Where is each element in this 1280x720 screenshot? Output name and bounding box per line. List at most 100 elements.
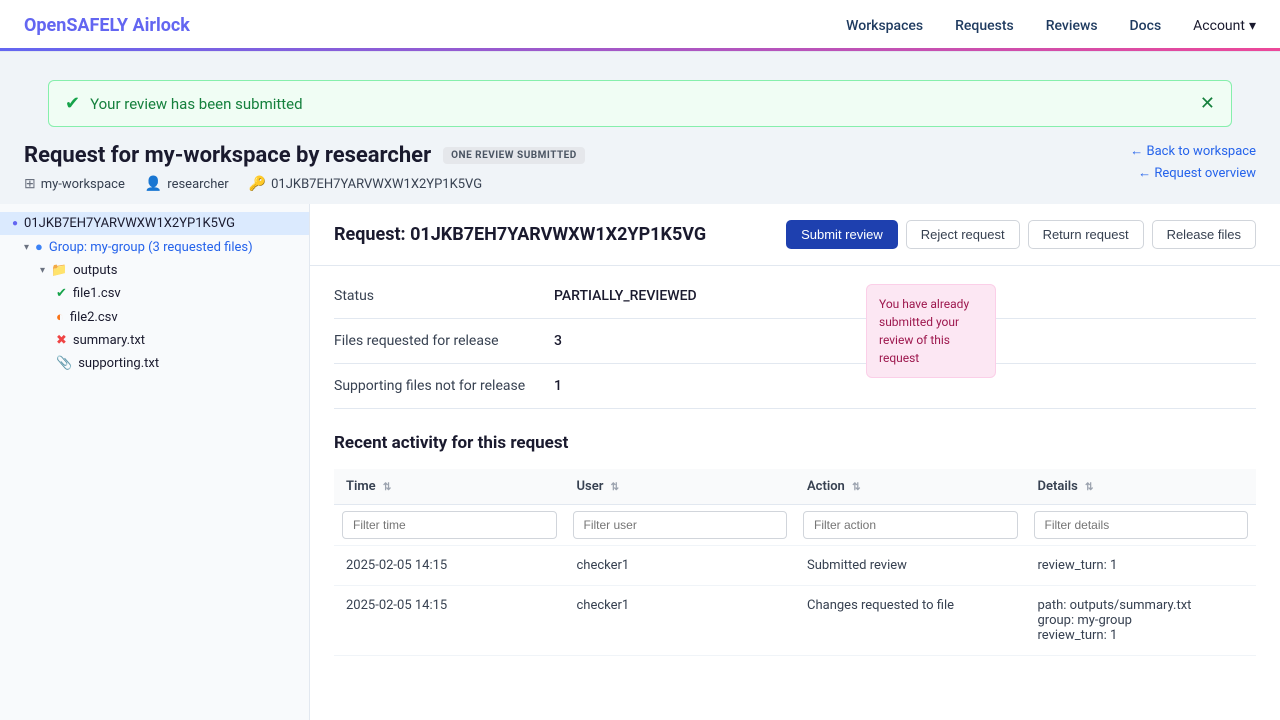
supporting-files-row: Supporting files not for release 1 bbox=[334, 364, 1256, 409]
request-header: Request: 01JKB7EH7YARVWXW1X2YP1K5VG Subm… bbox=[310, 204, 1280, 266]
row2-detail-review: review_turn: 1 bbox=[1038, 628, 1245, 643]
col-details[interactable]: Details ⇅ bbox=[1026, 469, 1257, 505]
check-icon: ✔ bbox=[65, 93, 80, 114]
sidebar-file-3-label: summary.txt bbox=[73, 333, 145, 348]
table-row: 2025-02-05 14:15 checker1 Submitted revi… bbox=[334, 546, 1256, 586]
sidebar-file-2-label: file2.csv bbox=[70, 310, 118, 325]
sort-user-icon: ⇅ bbox=[611, 482, 619, 493]
filter-details-cell bbox=[1026, 505, 1257, 546]
account-menu[interactable]: Account ▾ bbox=[1193, 18, 1256, 34]
nav-workspaces[interactable]: Workspaces bbox=[846, 18, 923, 34]
sidebar-root-item[interactable]: ● 01JKB7EH7YARVWXW1X2YP1K5VG bbox=[0, 212, 309, 235]
table-filter-row bbox=[334, 505, 1256, 546]
brand-highlight: Airlock bbox=[133, 15, 190, 36]
already-submitted-tooltip: You have already submitted your review o… bbox=[866, 284, 996, 378]
page-meta: ⊞ my-workspace 👤 researcher 🔑 01JKB7EH7Y… bbox=[24, 176, 585, 192]
id-icon: 🔑 bbox=[249, 176, 266, 192]
row1-details: review_turn: 1 bbox=[1026, 546, 1257, 586]
activity-section: Recent activity for this request Time ⇅ … bbox=[310, 409, 1280, 680]
filter-user-cell bbox=[565, 505, 796, 546]
group-circle-icon: ● bbox=[35, 239, 43, 255]
navbar-links: Workspaces Requests Reviews Docs Account… bbox=[846, 18, 1256, 34]
return-request-button[interactable]: Return request bbox=[1028, 220, 1144, 249]
folder-icon: 📁 bbox=[51, 263, 67, 278]
title-text: Request for my-workspace by researcher bbox=[24, 143, 431, 168]
files-requested-row: Files requested for release 3 bbox=[334, 319, 1256, 364]
release-files-button[interactable]: Release files bbox=[1152, 220, 1256, 249]
status-value: PARTIALLY_REVIEWED bbox=[554, 288, 697, 304]
sidebar-folder-item[interactable]: ▾ 📁 outputs bbox=[0, 259, 309, 282]
supporting-files-value: 1 bbox=[554, 378, 562, 394]
file-pending-icon: ◐ bbox=[56, 309, 64, 325]
root-circle-icon: ● bbox=[12, 218, 18, 229]
brand-logo[interactable]: OpenSAFELY Airlock bbox=[24, 15, 190, 36]
success-alert: ✔ Your review has been submitted ✕ bbox=[48, 80, 1232, 127]
meta-workspace-label: my-workspace bbox=[41, 177, 125, 192]
nav-reviews[interactable]: Reviews bbox=[1046, 18, 1098, 34]
review-badge: ONE REVIEW SUBMITTED bbox=[443, 147, 585, 164]
meta-workspace: ⊞ my-workspace bbox=[24, 176, 125, 192]
activity-title: Recent activity for this request bbox=[334, 433, 1256, 453]
chevron-down-icon2: ▾ bbox=[40, 265, 45, 276]
sidebar-file-1[interactable]: ✔ file1.csv bbox=[0, 282, 309, 305]
page-header: Request for my-workspace by researcher O… bbox=[0, 143, 1280, 204]
nav-docs[interactable]: Docs bbox=[1130, 18, 1162, 34]
filter-time-cell bbox=[334, 505, 565, 546]
sidebar: ● 01JKB7EH7YARVWXW1X2YP1K5VG ▾ ● Group: … bbox=[0, 204, 310, 720]
status-label: Status bbox=[334, 288, 554, 304]
row2-user: checker1 bbox=[565, 586, 796, 656]
row2-time: 2025-02-05 14:15 bbox=[334, 586, 565, 656]
user-icon: 👤 bbox=[145, 176, 162, 192]
activity-table: Time ⇅ User ⇅ Action ⇅ bbox=[334, 469, 1256, 656]
sidebar-file-1-label: file1.csv bbox=[73, 286, 121, 301]
request-overview-link[interactable]: ← Request overview bbox=[1138, 165, 1256, 181]
row2-action: Changes requested to file bbox=[795, 586, 1026, 656]
col-action[interactable]: Action ⇅ bbox=[795, 469, 1026, 505]
action-buttons: Submit review Reject request Return requ… bbox=[786, 220, 1256, 249]
supporting-files-label: Supporting files not for release bbox=[334, 378, 554, 394]
sort-details-icon: ⇅ bbox=[1085, 482, 1093, 493]
meta-id: 🔑 01JKB7EH7YARVWXW1X2YP1K5VG bbox=[249, 176, 482, 192]
sidebar-file-2[interactable]: ◐ file2.csv bbox=[0, 305, 309, 329]
sidebar-root-label: 01JKB7EH7YARVWXW1X2YP1K5VG bbox=[24, 216, 235, 231]
request-title: Request: 01JKB7EH7YARVWXW1X2YP1K5VG bbox=[334, 224, 706, 245]
filter-user-input[interactable] bbox=[573, 511, 788, 539]
page-actions: ← Back to workspace ← Request overview bbox=[1130, 143, 1256, 181]
filter-details-input[interactable] bbox=[1034, 511, 1249, 539]
back-to-workspace-link[interactable]: ← Back to workspace bbox=[1130, 143, 1256, 159]
reject-request-button[interactable]: Reject request bbox=[906, 220, 1020, 249]
file-supporting-icon: 📎 bbox=[56, 356, 72, 371]
status-row-status: Status PARTIALLY_REVIEWED You have alrea… bbox=[334, 274, 1256, 319]
sidebar-file-4-label: supporting.txt bbox=[78, 356, 159, 371]
chevron-down-icon: ▾ bbox=[24, 242, 29, 253]
close-alert-button[interactable]: ✕ bbox=[1200, 93, 1215, 114]
row2-details: path: outputs/summary.txt group: my-grou… bbox=[1026, 586, 1257, 656]
filter-time-input[interactable] bbox=[342, 511, 557, 539]
files-requested-label: Files requested for release bbox=[334, 333, 554, 349]
filter-action-cell bbox=[795, 505, 1026, 546]
alert-text: Your review has been submitted bbox=[90, 95, 1190, 113]
filter-action-input[interactable] bbox=[803, 511, 1018, 539]
meta-user: 👤 researcher bbox=[145, 176, 229, 192]
page-title-area: Request for my-workspace by researcher O… bbox=[24, 143, 585, 192]
row2-detail-path: path: outputs/summary.txt bbox=[1038, 598, 1245, 613]
sidebar-file-4[interactable]: 📎 supporting.txt bbox=[0, 352, 309, 375]
sidebar-folder-label: outputs bbox=[73, 263, 117, 278]
sort-time-icon: ⇅ bbox=[383, 482, 391, 493]
file-rejected-icon: ✖ bbox=[56, 333, 67, 348]
nav-requests[interactable]: Requests bbox=[955, 18, 1014, 34]
meta-id-label: 01JKB7EH7YARVWXW1X2YP1K5VG bbox=[271, 177, 482, 192]
sort-action-icon: ⇅ bbox=[852, 482, 860, 493]
submit-review-button[interactable]: Submit review bbox=[786, 220, 898, 249]
sidebar-file-3[interactable]: ✖ summary.txt bbox=[0, 329, 309, 352]
page-wrapper: ✔ Your review has been submitted ✕ Reque… bbox=[0, 52, 1280, 720]
status-table: Status PARTIALLY_REVIEWED You have alrea… bbox=[310, 274, 1280, 409]
sidebar-group-label: Group: my-group (3 requested files) bbox=[49, 240, 253, 255]
main-panel: Request: 01JKB7EH7YARVWXW1X2YP1K5VG Subm… bbox=[310, 204, 1280, 720]
col-time[interactable]: Time ⇅ bbox=[334, 469, 565, 505]
sidebar-group-item[interactable]: ▾ ● Group: my-group (3 requested files) bbox=[0, 235, 309, 259]
row1-action: Submitted review bbox=[795, 546, 1026, 586]
col-user[interactable]: User ⇅ bbox=[565, 469, 796, 505]
meta-user-label: researcher bbox=[167, 177, 228, 192]
table-row: 2025-02-05 14:15 checker1 Changes reques… bbox=[334, 586, 1256, 656]
